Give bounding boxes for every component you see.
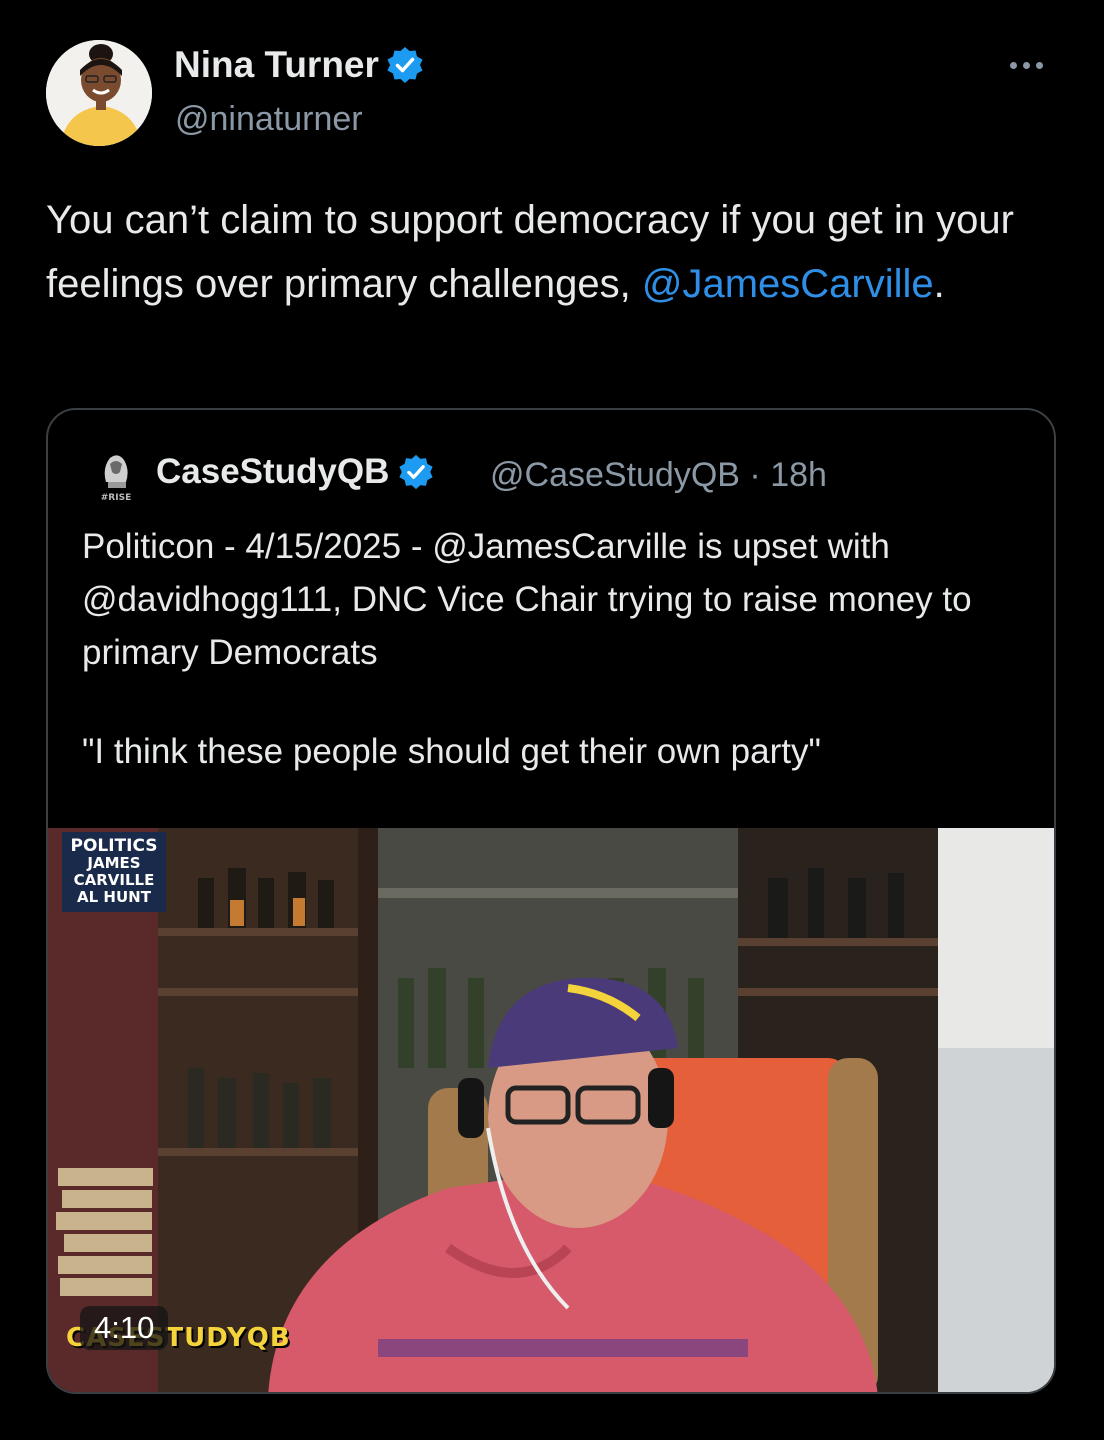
quoted-author-handle[interactable]: @CaseStudyQB	[490, 456, 740, 494]
meta-separator: ·	[749, 456, 761, 494]
quoted-tweet-text: Politicon - 4/15/2025 - @JamesCarville i…	[82, 527, 972, 672]
tweet-text: You can’t claim to support democracy if …	[46, 188, 1066, 316]
mention-link[interactable]: @JamesCarville	[642, 262, 934, 306]
quoted-tweet-quote: "I think these people should get their o…	[82, 732, 821, 771]
quoted-author-name[interactable]: CaseStudyQB	[156, 452, 435, 492]
show-logo-line: JAMES	[87, 854, 141, 872]
show-logo-line: AL HUNT	[77, 888, 151, 906]
show-logo-line: POLITICS	[70, 836, 158, 856]
quoted-author-avatar[interactable]: #RISE	[92, 448, 140, 504]
quoted-timestamp[interactable]: 18h	[770, 456, 827, 494]
author-name[interactable]: Nina Turner	[174, 44, 425, 86]
verified-badge-icon	[387, 47, 423, 83]
quoted-tweet-card[interactable]: #RISE CaseStudyQB @CaseStudyQB · 18h Pol…	[46, 408, 1056, 1394]
verified-badge-icon	[399, 454, 434, 490]
video-duration: 4:10	[80, 1306, 169, 1350]
author-avatar[interactable]	[46, 40, 152, 146]
show-logo: POLITICS JAMES CARVILLE AL HUNT	[62, 832, 166, 912]
more-options-icon[interactable]	[1010, 52, 1056, 78]
quoted-meta: @CaseStudyQB · 18h	[490, 456, 827, 495]
avatar-tag: #RISE	[101, 493, 131, 503]
video-player[interactable]: POLITICS JAMES CARVILLE AL HUNT CASESTUD…	[48, 828, 1054, 1392]
tweet-text-end: .	[933, 262, 945, 306]
author-handle[interactable]: @ninaturner	[175, 100, 363, 139]
author-name-text[interactable]: Nina Turner	[174, 44, 379, 86]
tweet-screenshot: Nina Turner @ninaturner You can’t claim …	[0, 0, 1104, 1440]
quoted-author-name-text[interactable]: CaseStudyQB	[156, 452, 389, 492]
show-logo-line: CARVILLE	[73, 871, 155, 889]
video-thumbnail	[48, 828, 1054, 1392]
